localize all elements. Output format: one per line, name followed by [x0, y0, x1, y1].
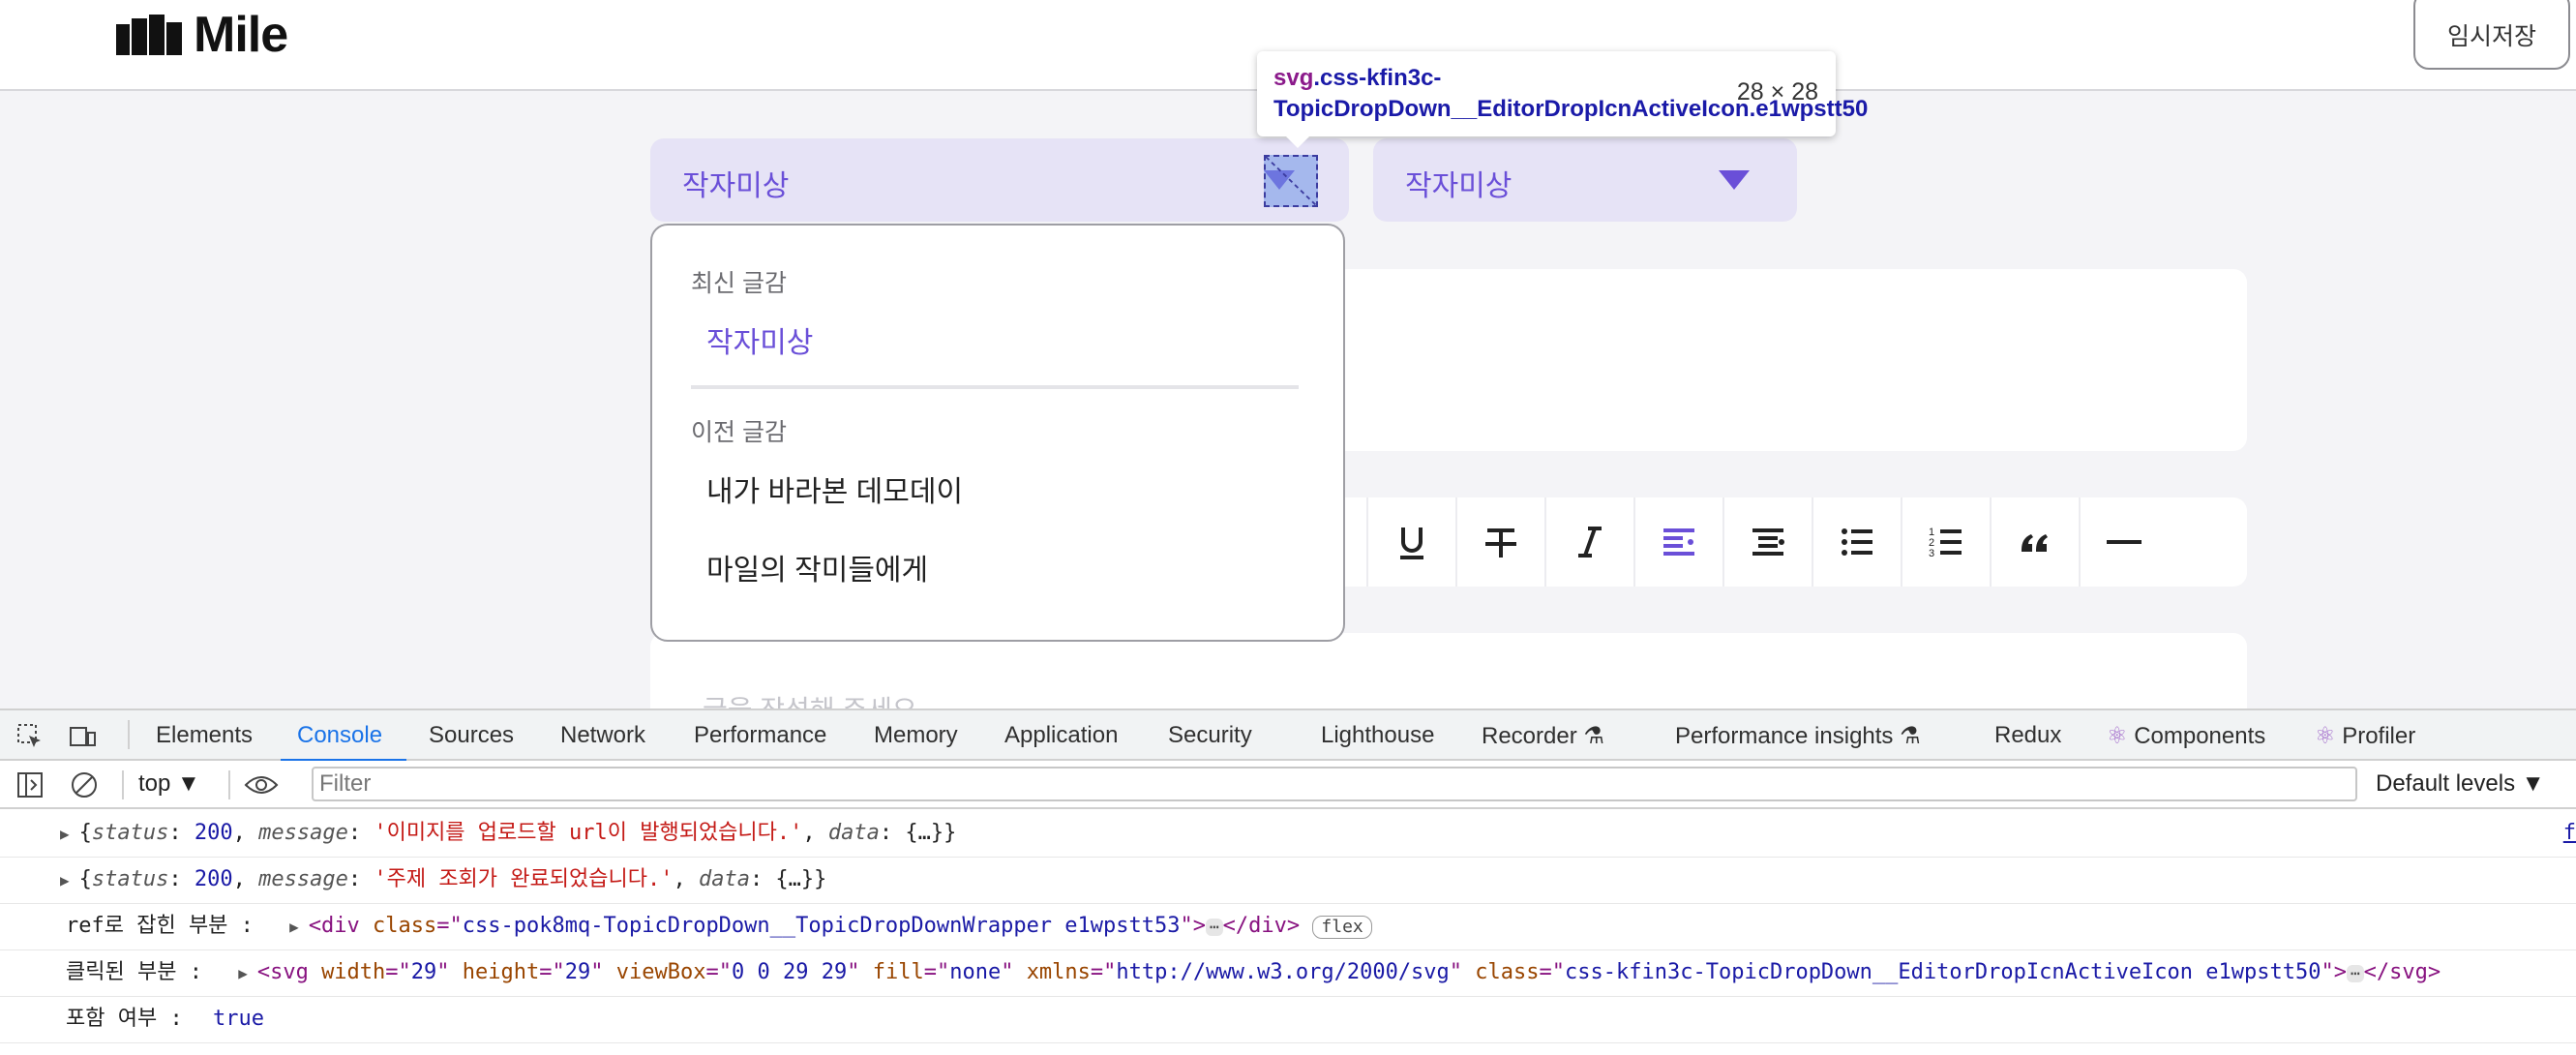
recent-topics-header: 최신 글감 [691, 270, 787, 297]
underline-button[interactable] [1366, 497, 1455, 587]
strikethrough-icon [1485, 528, 1516, 558]
source-link[interactable]: f [2563, 811, 2576, 856]
align-left-button[interactable] [1633, 497, 1722, 587]
tab-network[interactable]: Network [560, 722, 645, 749]
horizontal-rule-button[interactable] [2079, 497, 2168, 587]
tab-console[interactable]: Console [297, 722, 382, 749]
italic-button[interactable] [1544, 497, 1633, 587]
editor-app: Mile 임시저장 작자미상 작자미상 svg.css-kfin3c-Topic… [0, 0, 2576, 708]
log-levels-select[interactable]: Default levels ▼ [2376, 770, 2545, 798]
horizontal-rule-icon [2107, 540, 2142, 544]
svg-text:3: 3 [1929, 548, 1934, 559]
tab-performance[interactable]: Performance [694, 722, 826, 749]
dropdown-arrow-icon: ▼ [2521, 770, 2545, 797]
logo-text: Mile [194, 7, 288, 63]
topic-dropdown-secondary[interactable]: 작자미상 [1373, 138, 1797, 222]
inspector-tooltip: svg.css-kfin3c-TopicDropDown__EditorDrop… [1257, 51, 1869, 148]
device-toolbar-icon[interactable] [68, 722, 97, 751]
log-label: 포함 여부 : [66, 1007, 183, 1031]
highlight-hatch-icon [1266, 157, 1316, 205]
bullet-list-icon [1842, 528, 1872, 556]
flex-badge[interactable]: flex [1312, 916, 1372, 939]
inspect-element-icon[interactable] [15, 722, 45, 751]
tab-performance-insights[interactable]: Performance insights ⚗ [1675, 722, 1921, 750]
align-left-icon [1663, 528, 1694, 556]
underline-icon [1400, 528, 1423, 559]
clear-console-icon[interactable] [70, 770, 99, 799]
italic-icon [1578, 527, 1602, 558]
console-log-entry[interactable]: ▶ {status: 200, message: '주제 조회가 완료되었습니다.… [0, 858, 2576, 904]
align-center-button[interactable] [1722, 497, 1812, 587]
quote-icon [2022, 534, 2048, 552]
ellipsis-icon[interactable]: ⋯ [2347, 965, 2364, 982]
flask-icon: ⚗ [1900, 723, 1921, 749]
tab-application[interactable]: Application [1004, 722, 1118, 749]
log-label: ref로 잡힌 부분 : [66, 914, 254, 938]
strikethrough-button[interactable] [1455, 497, 1544, 587]
tooltip-selector: svg.css-kfin3c-TopicDropDown__EditorDrop… [1273, 65, 1869, 122]
body-editor[interactable]: 글을 작성해 주세요 [650, 633, 2247, 708]
tab-components[interactable]: ⚛ Components [2107, 722, 2265, 750]
expand-triangle-icon[interactable]: ▶ [289, 918, 299, 936]
devtools-panel: Elements Console Sources Network Perform… [0, 708, 2576, 1055]
tab-elements[interactable]: Elements [156, 722, 253, 749]
react-icon: ⚛ [2107, 723, 2128, 749]
eye-icon[interactable] [244, 770, 279, 799]
divider [228, 770, 230, 799]
tab-redux[interactable]: Redux [1994, 722, 2061, 749]
expand-triangle-icon[interactable]: ▶ [0, 825, 70, 843]
topic-dropdown-label: 작자미상 [1405, 170, 1513, 202]
console-log-entry[interactable]: 포함 여부 : true [0, 997, 2576, 1043]
log-value: true [212, 1007, 264, 1031]
topic-option[interactable]: 마일의 작미들에게 [706, 546, 928, 588]
tooltip-dimensions: 28 × 28 [1736, 78, 1818, 106]
body-placeholder: 글을 작성해 주세요 [703, 689, 917, 708]
expand-triangle-icon[interactable]: ▶ [238, 964, 248, 982]
tab-profiler[interactable]: ⚛ Profiler [2315, 722, 2415, 750]
tab-recorder[interactable]: Recorder ⚗ [1482, 722, 1604, 750]
topic-option[interactable]: 작자미상 [706, 318, 813, 361]
react-icon: ⚛ [2315, 723, 2336, 749]
devtools-tab-bar: Elements Console Sources Network Perform… [0, 708, 2576, 763]
console-log-entry[interactable]: 클릭된 부분 : ▶ <svg width="29" height="29" vi… [0, 950, 2576, 997]
temp-save-button[interactable]: 임시저장 [2413, 0, 2570, 70]
align-center-icon [1752, 528, 1784, 556]
quote-button[interactable] [1990, 497, 2079, 587]
console-log-entry[interactable]: ref로 잡힌 부분 : ▶ <div class="css-pok8mq-Top… [0, 904, 2576, 950]
ellipsis-icon[interactable]: ⋯ [1206, 919, 1223, 936]
topic-dropdown-label: 작자미상 [682, 170, 790, 202]
log-label: 클릭된 부분 : [66, 960, 202, 984]
console-log-entry[interactable]: ▶ {status: 200, message: '이미지를 업로드할 url이 … [0, 811, 2576, 858]
dropdown-arrow-icon[interactable] [1719, 170, 1750, 192]
logo[interactable]: Mile [116, 6, 288, 64]
expand-triangle-icon[interactable]: ▶ [0, 871, 70, 889]
bullet-list-button[interactable] [1812, 497, 1901, 587]
logo-mark-icon [116, 15, 182, 55]
flask-icon: ⚗ [1583, 723, 1604, 749]
inspector-highlight [1264, 155, 1318, 207]
numbered-list-icon: 123 [1929, 527, 1962, 559]
topic-dropdown-primary[interactable]: 작자미상 [650, 138, 1349, 222]
console-toolbar: top ▼ Filter Default levels ▼ [0, 761, 2576, 809]
numbered-list-button[interactable]: 123 [1901, 497, 1990, 587]
tab-security[interactable]: Security [1168, 722, 1252, 749]
topic-option[interactable]: 내가 바라본 데모데이 [706, 467, 963, 510]
tab-lighthouse[interactable]: Lighthouse [1321, 722, 1434, 749]
dropdown-arrow-icon: ▼ [177, 770, 200, 797]
filter-input[interactable]: Filter [312, 767, 2357, 801]
tab-sources[interactable]: Sources [429, 722, 514, 749]
previous-topics-header: 이전 글감 [691, 419, 787, 446]
divider [128, 720, 130, 749]
divider [122, 770, 124, 799]
topic-dropdown-menu: 최신 글감 작자미상 이전 글감 내가 바라본 데모데이 마일의 작미들에게 [650, 224, 1345, 642]
tab-memory[interactable]: Memory [874, 722, 958, 749]
divider [691, 385, 1299, 389]
sidebar-toggle-icon[interactable] [15, 770, 45, 799]
context-select[interactable]: top ▼ [138, 770, 200, 798]
